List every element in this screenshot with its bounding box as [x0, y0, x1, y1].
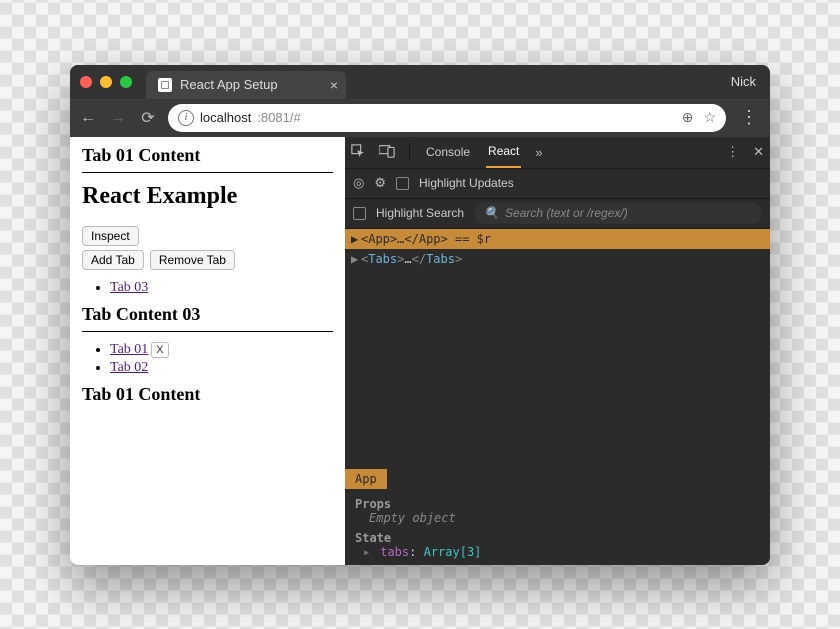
devtools-tabbar: Console React » ⋮ ✕	[345, 137, 770, 169]
tab-link[interactable]: Tab 02	[110, 360, 148, 375]
devtools-menu-icon[interactable]: ⋮	[726, 144, 739, 160]
bookmark-star-icon[interactable]: ☆	[703, 109, 716, 126]
tree-node-app[interactable]: ▶<App>…</App> == $r	[345, 229, 770, 249]
highlight-updates-label: Highlight Updates	[419, 176, 514, 190]
list-item: Tab 01X	[110, 342, 333, 358]
tab-link[interactable]: Tab 01	[110, 342, 148, 357]
divider	[82, 331, 333, 332]
browser-tab[interactable]: React App Setup ×	[146, 71, 346, 99]
favicon-icon	[158, 78, 172, 92]
list-item: Tab 03	[110, 280, 333, 296]
url-host: localhost	[200, 110, 251, 125]
add-tab-button[interactable]: Add Tab	[82, 250, 144, 270]
target-icon[interactable]: ◎	[353, 175, 364, 191]
search-icon: 🔍	[484, 206, 499, 220]
site-info-icon[interactable]: i	[178, 110, 194, 126]
titlebar: React App Setup × Nick	[70, 65, 770, 99]
details-pane: App Props Empty object State ▸ tabs: Arr…	[345, 469, 770, 565]
close-window-button[interactable]	[80, 76, 92, 88]
tab-title: React App Setup	[180, 77, 278, 92]
content-heading: Tab 01 Content	[82, 384, 333, 405]
highlight-updates-checkbox[interactable]	[396, 177, 409, 190]
tab-close-chip[interactable]: X	[151, 342, 168, 358]
tab-close-icon[interactable]: ×	[330, 77, 338, 93]
inspect-button[interactable]: Inspect	[82, 226, 139, 246]
forward-button[interactable]: →	[108, 109, 128, 127]
tree-node-tabs[interactable]: ▶<Tabs>…</Tabs>	[345, 249, 770, 269]
address-bar: ← → ⟳ i localhost :8081/# ⊕ ☆ ⋮	[70, 99, 770, 137]
content-heading: Tab 01 Content	[82, 145, 333, 166]
reload-button[interactable]: ⟳	[138, 108, 158, 128]
react-searchbar: Highlight Search 🔍 Search (text or /rege…	[345, 199, 770, 229]
highlight-search-label: Highlight Search	[376, 206, 464, 220]
props-empty: Empty object	[369, 511, 760, 525]
devtools-panel: Console React » ⋮ ✕ ◎ ⚙ Highlight Update…	[345, 137, 770, 565]
props-section-label: Props	[355, 497, 760, 511]
component-tree: ▶<App>…</App> == $r ▶<Tabs>…</Tabs>	[345, 229, 770, 269]
traffic-lights	[80, 76, 132, 88]
settings-gear-icon[interactable]: ⚙	[374, 175, 386, 191]
list-item: Tab 02	[110, 360, 333, 376]
react-toolbar: ◎ ⚙ Highlight Updates	[345, 169, 770, 199]
url-input[interactable]: i localhost :8081/# ⊕ ☆	[168, 104, 726, 132]
device-toggle-icon[interactable]	[379, 144, 395, 161]
browser-window: React App Setup × Nick ← → ⟳ i localhost…	[70, 65, 770, 565]
profile-name[interactable]: Nick	[731, 74, 756, 89]
content-heading: Tab Content 03	[82, 304, 333, 325]
highlight-search-checkbox[interactable]	[353, 207, 366, 220]
inspect-element-icon[interactable]	[351, 144, 365, 161]
zoom-icon[interactable]: ⊕	[682, 109, 694, 126]
remove-tab-button[interactable]: Remove Tab	[150, 250, 235, 270]
url-path: :8081/#	[257, 110, 300, 125]
fullscreen-window-button[interactable]	[120, 76, 132, 88]
divider	[82, 172, 333, 173]
rendered-page: Tab 01 Content React Example Inspect Add…	[70, 137, 345, 565]
devtools-more-tabs-icon[interactable]: »	[535, 145, 542, 160]
page-title: React Example	[82, 183, 333, 210]
browser-menu-icon[interactable]: ⋮	[736, 107, 762, 128]
viewport: Tab 01 Content React Example Inspect Add…	[70, 137, 770, 565]
search-placeholder: Search (text or /regex/)	[505, 206, 628, 220]
react-search-input[interactable]: 🔍 Search (text or /regex/)	[474, 202, 762, 224]
breadcrumb[interactable]: App	[345, 469, 387, 489]
state-section-label: State	[355, 531, 760, 545]
state-entry[interactable]: ▸ tabs: Array[3]	[363, 545, 760, 559]
devtools-tab-react[interactable]: React	[486, 136, 521, 168]
minimize-window-button[interactable]	[100, 76, 112, 88]
back-button[interactable]: ←	[78, 109, 98, 127]
devtools-tab-console[interactable]: Console	[424, 136, 472, 168]
devtools-close-icon[interactable]: ✕	[753, 144, 764, 160]
tab-link[interactable]: Tab 03	[110, 280, 148, 295]
